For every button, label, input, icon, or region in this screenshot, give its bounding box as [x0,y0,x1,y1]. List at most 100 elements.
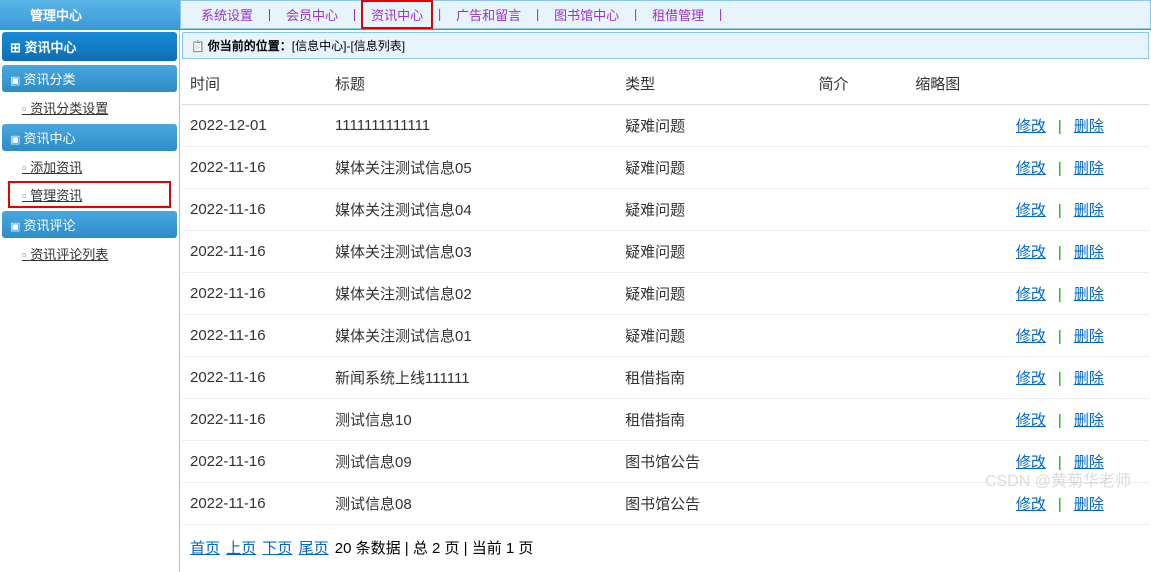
nav-item-1[interactable]: 会员中心 [276,5,348,24]
delete-link[interactable]: 删除 [1070,286,1108,303]
delete-link[interactable]: 删除 [1070,118,1108,135]
page-next[interactable]: 下页 [262,540,292,557]
cell-thumb [907,399,1004,441]
cell-title: 新闻系统上线111111 [327,357,617,399]
cell-time: 2022-11-16 [182,441,327,483]
page-summary: 20 条数据 | 总 2 页 | 当前 1 页 [335,540,534,557]
cell-time: 2022-11-16 [182,315,327,357]
sidebar-section-2[interactable]: 资讯评论 [2,211,177,238]
edit-link[interactable]: 修改 [1012,118,1050,135]
edit-link[interactable]: 修改 [1012,160,1050,177]
cell-time: 2022-11-16 [182,231,327,273]
edit-link[interactable]: 修改 [1012,286,1050,303]
delete-link[interactable]: 删除 [1070,496,1108,513]
cell-actions: 修改|删除 [1004,147,1149,189]
cell-title: 媒体关注测试信息03 [327,231,617,273]
sidebar-item-1-1[interactable]: 管理资讯 [8,181,171,208]
cell-title: 媒体关注测试信息04 [327,189,617,231]
sidebar-item-0-0[interactable]: 资讯分类设置 [2,94,177,121]
cell-title: 测试信息10 [327,399,617,441]
sidebar-item-1-0[interactable]: 添加资讯 [2,153,177,180]
cell-thumb [907,273,1004,315]
edit-link[interactable]: 修改 [1012,370,1050,387]
nav-item-0[interactable]: 系统设置 [191,5,263,24]
cell-thumb [907,357,1004,399]
cell-thumb [907,147,1004,189]
cell-intro [811,273,908,315]
edit-link[interactable]: 修改 [1012,328,1050,345]
cell-thumb [907,231,1004,273]
nav-sep: 丨 [714,5,727,24]
cell-intro [811,441,908,483]
cell-intro [811,105,908,147]
delete-link[interactable]: 删除 [1070,244,1108,261]
breadcrumb-prefix: 你当前的位置： [208,39,292,53]
cell-intro [811,189,908,231]
edit-link[interactable]: 修改 [1012,202,1050,219]
cell-actions: 修改|删除 [1004,315,1149,357]
table-row: 2022-11-16新闻系统上线111111租借指南 修改|删除 [182,357,1149,399]
page-first[interactable]: 首页 [190,540,220,557]
cell-type: 疑难问题 [617,189,810,231]
table-row: 2022-11-16媒体关注测试信息05疑难问题修改|删除 [182,147,1149,189]
action-sep: | [1050,118,1070,135]
top-nav: 系统设置丨会员中心丨资讯中心丨广告和留言丨图书馆中心丨租借管理丨 [180,0,1151,29]
table-row: 2022-11-16媒体关注测试信息02疑难问题修改|删除 [182,273,1149,315]
col-header-4: 缩略图 [907,63,1004,105]
nav-item-3[interactable]: 广告和留言 [446,5,531,24]
sidebar-header: 资讯中心 [2,32,177,61]
cell-time: 2022-11-16 [182,273,327,315]
cell-time: 2022-11-16 [182,357,327,399]
action-sep: | [1050,202,1070,219]
table-row: 2022-11-16测试信息10租借指南修改|删除 [182,399,1149,441]
edit-link[interactable]: 修改 [1012,412,1050,429]
page-last[interactable]: 尾页 [299,540,329,557]
page-prev[interactable]: 上页 [226,540,256,557]
action-sep: | [1050,496,1070,513]
edit-link[interactable]: 修改 [1012,244,1050,261]
nav-item-2[interactable]: 资讯中心 [361,0,433,29]
watermark: CSDN @黄菊华老师 [985,467,1131,491]
table-row: 2022-11-16媒体关注测试信息03疑难问题 修改|删除 [182,231,1149,273]
nav-sep: 丨 [348,5,361,24]
cell-title: 测试信息09 [327,441,617,483]
table-row: 2022-11-16媒体关注测试信息01疑难问题修改|删除 [182,315,1149,357]
cell-type: 疑难问题 [617,231,810,273]
sidebar-section-1[interactable]: 资讯中心 [2,124,177,151]
cell-time: 2022-11-16 [182,483,327,525]
cell-title: 1111111111111 [327,105,617,147]
cell-actions: 修改|删除 [1004,399,1149,441]
cell-type: 图书馆公告 [617,483,810,525]
cell-thumb [907,105,1004,147]
pagination: 首页 上页 下页 尾页 20 条数据 | 总 2 页 | 当前 1 页 [182,525,1149,570]
delete-link[interactable]: 删除 [1070,412,1108,429]
cell-type: 租借指南 [617,399,810,441]
cell-time: 2022-11-16 [182,189,327,231]
cell-actions: 修改|删除 [1004,273,1149,315]
cell-type: 租借指南 [617,357,810,399]
col-header-3: 简介 [811,63,908,105]
sidebar-section-0[interactable]: 资讯分类 [2,65,177,92]
delete-link[interactable]: 删除 [1070,328,1108,345]
cell-intro [811,357,908,399]
col-header-1: 标题 [327,63,617,105]
nav-item-5[interactable]: 租借管理 [642,5,714,24]
cell-type: 疑难问题 [617,147,810,189]
table-row: 2022-12-011111111111111疑难问题修改|删除 [182,105,1149,147]
col-header-2: 类型 [617,63,810,105]
edit-link[interactable]: 修改 [1012,496,1050,513]
cell-type: 疑难问题 [617,105,810,147]
sidebar: 资讯中心 资讯分类资讯分类设置资讯中心添加资讯管理资讯资讯评论资讯评论列表 [0,30,180,572]
data-table: 时间标题类型简介缩略图 2022-12-011111111111111疑难问题修… [182,63,1149,525]
nav-item-4[interactable]: 图书馆中心 [544,5,629,24]
action-sep: | [1050,328,1070,345]
delete-link[interactable]: 删除 [1070,202,1108,219]
app-title: 管理中心 [0,0,180,29]
delete-link[interactable]: 删除 [1070,370,1108,387]
delete-link[interactable]: 删除 [1070,160,1108,177]
cell-actions: 修改|删除 [1004,231,1149,273]
sidebar-item-2-0[interactable]: 资讯评论列表 [2,240,177,267]
cell-type: 疑难问题 [617,315,810,357]
top-bar: 管理中心 系统设置丨会员中心丨资讯中心丨广告和留言丨图书馆中心丨租借管理丨 [0,0,1151,30]
action-sep: | [1050,370,1070,387]
